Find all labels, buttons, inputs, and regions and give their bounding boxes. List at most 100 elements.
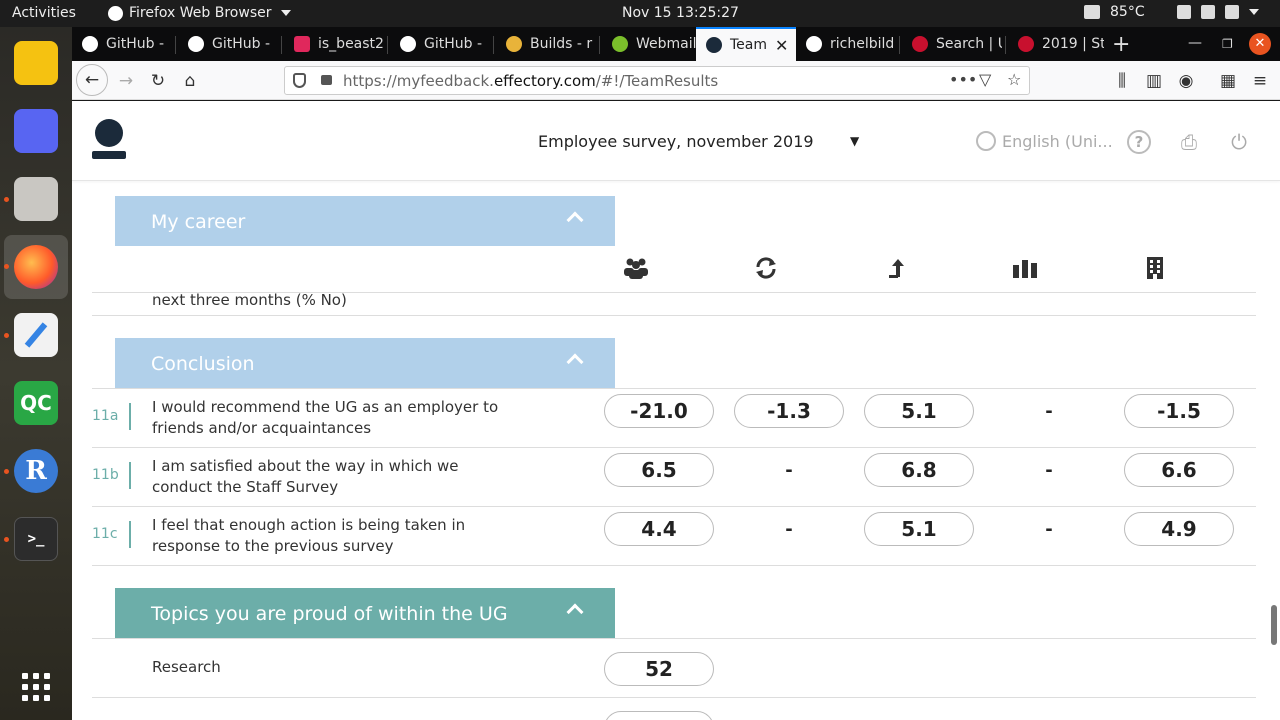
pocket-icon[interactable]: ▽ [979,70,991,89]
ug-icon [1018,36,1034,52]
text-editor-icon[interactable] [14,313,58,357]
library-icon[interactable]: ⫼ [1108,67,1136,95]
effectory-icon [706,37,722,53]
url-text[interactable]: https://myfeedback.effectory.com/#!/Team… [343,72,718,90]
tab-label: Search | U [936,36,1002,52]
score-pill[interactable]: 6.8 [864,453,974,487]
tab-github-3[interactable]: GitHub - [390,27,490,61]
power-icon[interactable]: ⏻ [1227,130,1251,154]
volume-icon [1200,5,1215,19]
sidebar-icon[interactable]: ▥ [1140,67,1168,95]
browser-nav-bar: ← → ↻ ⌂ https://myfeedback.effectory.com… [72,61,1280,100]
account-icon[interactable]: ◉ [1172,67,1200,95]
firefox-icon [14,245,58,289]
url-bar[interactable]: https://myfeedback.effectory.com/#!/Team… [284,66,1030,95]
ug-icon [912,36,928,52]
section-header-career[interactable]: My career [115,196,615,246]
lock-icon[interactable] [321,75,332,85]
reload-button[interactable]: ↻ [144,67,172,95]
bookmark-star-icon[interactable]: ☆ [1007,70,1021,89]
tab-label: Webmail [636,36,697,52]
system-tray[interactable]: 85°C [1084,4,1259,20]
divider [92,315,1256,316]
language-selector[interactable]: English (Uni... [976,131,1113,151]
tab-webmail[interactable]: Webmail [602,27,702,61]
restore-button[interactable]: ❐ [1222,37,1233,51]
qc-icon[interactable]: QC [14,381,58,425]
menu-icon[interactable]: ≡ [1246,67,1274,95]
language-label: English (Uni... [1002,131,1113,151]
effectory-logo[interactable] [92,119,126,163]
clock[interactable]: Nov 15 13:25:27 [622,5,739,21]
wifi-icon [1176,5,1191,19]
question-code: 11b [92,467,119,483]
chevron-up-icon[interactable] [566,603,584,621]
tab-richelbild[interactable]: richelbild [796,27,896,61]
help-icon[interactable]: ? [1127,130,1151,154]
shield-icon[interactable] [293,73,306,88]
globe-icon [976,131,996,151]
files-icon[interactable] [14,177,58,221]
new-tab-button[interactable]: + [1112,32,1130,57]
tab-github-1[interactable]: GitHub - [72,27,172,61]
minimize-button[interactable]: — [1188,35,1202,51]
r-icon[interactable]: R [14,449,58,493]
temperature-reading: 85°C [1110,4,1145,20]
back-button[interactable]: ← [76,64,108,96]
tab-label: 2019 | Sta [1042,36,1104,52]
chevron-up-icon[interactable] [566,211,584,229]
tab-2019-staff[interactable]: 2019 | Sta [1008,27,1104,61]
app-menu[interactable]: Firefox Web Browser [108,5,291,21]
running-indicator [4,469,9,474]
question-code: 11a [92,408,119,424]
discord-icon[interactable] [14,109,58,153]
tab-github-2[interactable]: GitHub - [178,27,278,61]
score-pill[interactable]: 52 [604,652,714,686]
page-actions-icon[interactable]: ••• [949,70,977,89]
app-grid-icon[interactable] [14,665,58,709]
close-window-button[interactable]: ✕ [1249,33,1271,55]
score-pill[interactable]: -1.3 [734,394,844,428]
page-content: Employee survey, november 2019 ▼ English… [72,101,1280,720]
forward-button[interactable]: → [112,67,140,95]
chevron-down-icon [1248,9,1259,15]
print-icon[interactable]: ⎙ [1177,130,1201,154]
tab-is-beast2[interactable]: is_beast2 [284,27,384,61]
survey-selector[interactable]: Employee survey, november 2019 [538,132,814,151]
tab-search-ug[interactable]: Search | U [902,27,1002,61]
refresh-icon [753,256,779,280]
score-pill[interactable] [604,711,714,720]
close-tab-icon[interactable]: ✕ [775,36,788,55]
home-button[interactable]: ⌂ [176,67,204,95]
page-scrollbar[interactable] [1271,605,1277,645]
github-icon [188,36,204,52]
sticky-notes-icon[interactable] [14,41,58,85]
divider [92,506,1256,507]
score-pill[interactable]: 4.4 [604,512,714,546]
tab-label: GitHub - [424,36,483,52]
score-pill[interactable]: -21.0 [604,394,714,428]
divider [92,388,1256,389]
github-icon [806,36,822,52]
score-empty: - [1045,401,1053,422]
terminal-icon[interactable]: >_ [14,517,58,561]
divider [92,697,1256,698]
section-header-topics[interactable]: Topics you are proud of within the UG [115,588,615,638]
score-empty: - [1045,519,1053,540]
tab-label: is_beast2 [318,36,384,52]
chevron-up-icon[interactable] [566,353,584,371]
activities-button[interactable]: Activities [12,5,76,21]
chevron-down-icon[interactable]: ▼ [850,134,859,148]
score-pill[interactable]: 5.1 [864,394,974,428]
extensions-icon[interactable]: ▦ [1214,67,1242,95]
row-marker [129,521,131,548]
score-pill[interactable]: 6.5 [604,453,714,487]
tab-builds[interactable]: Builds - r [496,27,596,61]
section-header-conclusion[interactable]: Conclusion [115,338,615,388]
score-pill[interactable]: 6.6 [1124,453,1234,487]
tab-team-results[interactable]: Team ✕ [696,27,796,61]
score-pill[interactable]: 5.1 [864,512,974,546]
firefox-dock-item[interactable] [4,235,68,299]
score-pill[interactable]: 4.9 [1124,512,1234,546]
score-pill[interactable]: -1.5 [1124,394,1234,428]
